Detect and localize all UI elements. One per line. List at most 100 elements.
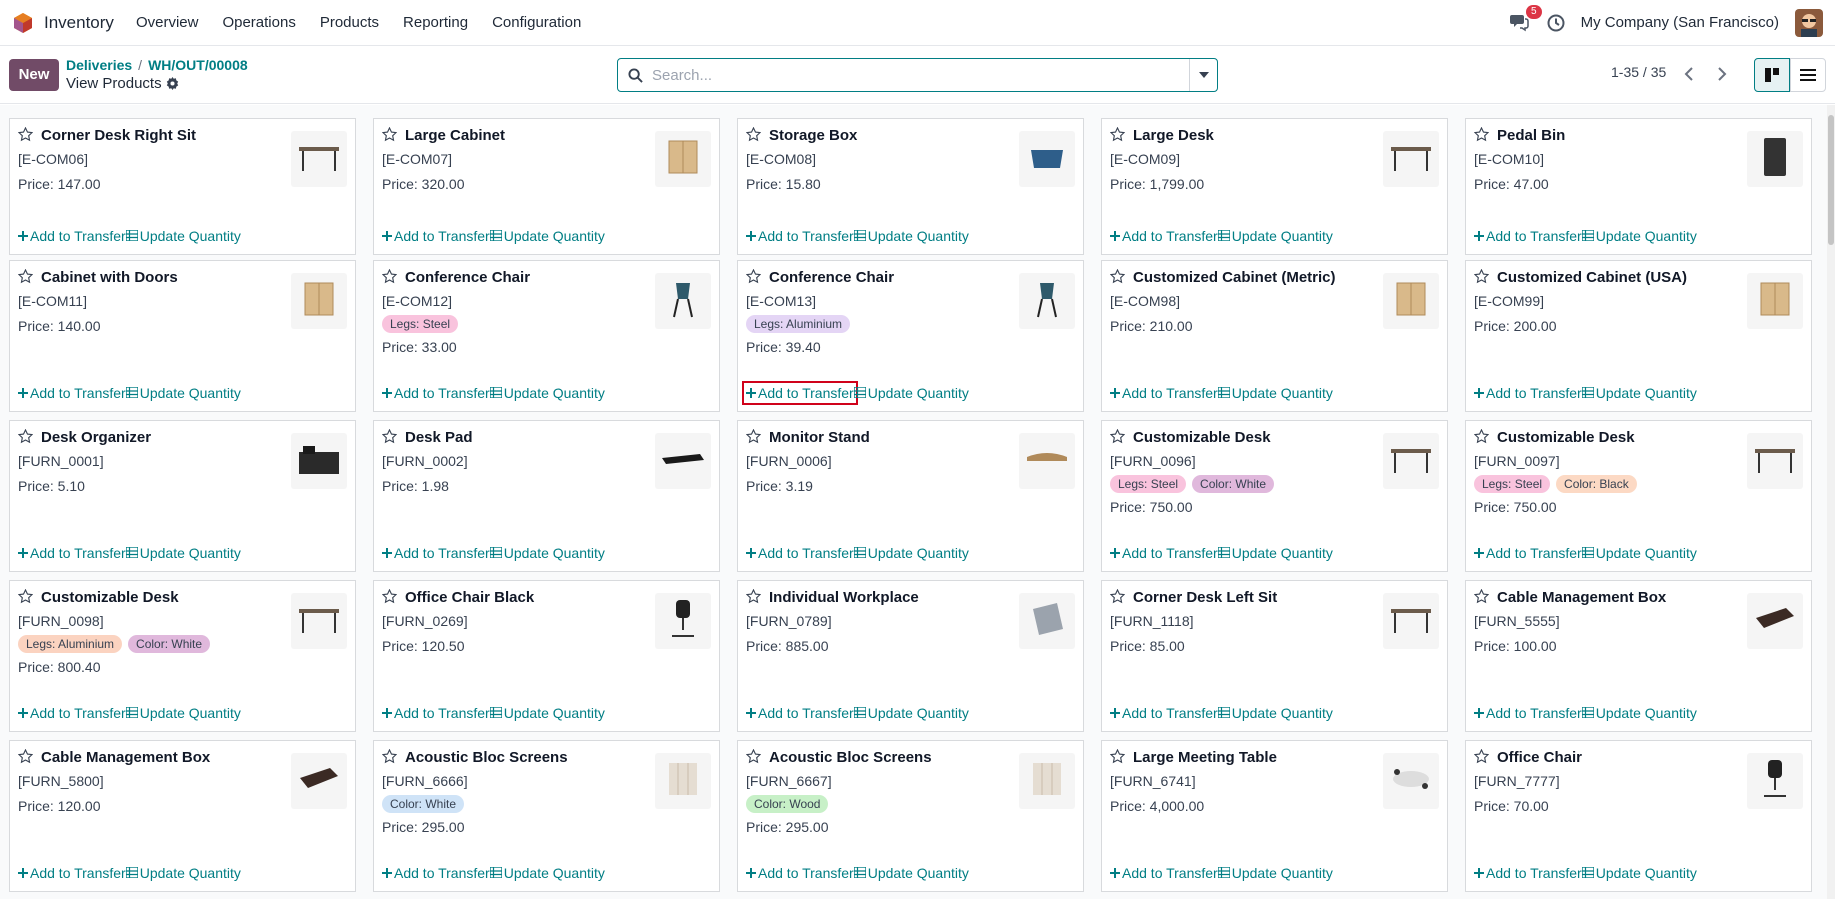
- update-quantity-button[interactable]: Update Quantity: [489, 545, 605, 561]
- update-quantity-button[interactable]: Update Quantity: [1217, 545, 1333, 561]
- update-quantity-button[interactable]: Update Quantity: [489, 705, 605, 721]
- product-card[interactable]: Customizable Desk [FURN_0098] Legs: Alumin…: [9, 580, 356, 732]
- add-to-transfer-button[interactable]: Add to Transfer: [1474, 228, 1582, 244]
- update-quantity-button[interactable]: Update Quantity: [1581, 385, 1697, 401]
- product-card[interactable]: Storage Box [E-COM08] Price: 15.80 Add to T…: [737, 118, 1084, 255]
- add-to-transfer-button[interactable]: Add to Transfer: [18, 705, 126, 721]
- product-card[interactable]: Cabinet with Doors [E-COM11] Price: 140.00…: [9, 260, 356, 412]
- update-quantity-button[interactable]: Update Quantity: [853, 385, 969, 401]
- favorite-star-icon[interactable]: [1109, 428, 1126, 449]
- messages-button[interactable]: 5: [1509, 4, 1542, 34]
- add-to-transfer-button[interactable]: Add to Transfer: [746, 865, 854, 881]
- menu-operations[interactable]: Operations: [222, 14, 295, 31]
- update-quantity-button[interactable]: Update Quantity: [125, 385, 241, 401]
- gear-icon[interactable]: [166, 77, 179, 90]
- product-card[interactable]: Conference Chair [E-COM12] Legs: Steel Pric…: [373, 260, 720, 412]
- favorite-star-icon[interactable]: [745, 126, 762, 147]
- pager-value[interactable]: 1-35 / 35: [1611, 64, 1666, 80]
- add-to-transfer-button[interactable]: Add to Transfer: [18, 865, 126, 881]
- favorite-star-icon[interactable]: [745, 268, 762, 289]
- product-card[interactable]: Office Chair Black [FURN_0269] Price: 120.…: [373, 580, 720, 732]
- product-card[interactable]: Individual Workplace [FURN_0789] Price: 88…: [737, 580, 1084, 732]
- favorite-star-icon[interactable]: [17, 748, 34, 769]
- favorite-star-icon[interactable]: [17, 428, 34, 449]
- product-card[interactable]: Office Chair [FURN_7777] Price: 70.00 Add t…: [1465, 740, 1812, 892]
- update-quantity-button[interactable]: Update Quantity: [1581, 228, 1697, 244]
- update-quantity-button[interactable]: Update Quantity: [853, 228, 969, 244]
- search-input[interactable]: [652, 66, 1189, 84]
- add-to-transfer-button[interactable]: Add to Transfer: [746, 545, 854, 561]
- add-to-transfer-button[interactable]: Add to Transfer: [1474, 865, 1582, 881]
- update-quantity-button[interactable]: Update Quantity: [1217, 385, 1333, 401]
- add-to-transfer-button[interactable]: Add to Transfer: [382, 705, 490, 721]
- menu-reporting[interactable]: Reporting: [403, 14, 468, 31]
- update-quantity-button[interactable]: Update Quantity: [1217, 705, 1333, 721]
- favorite-star-icon[interactable]: [1473, 748, 1490, 769]
- product-card[interactable]: Acoustic Bloc Screens [FURN_6666] Color: W…: [373, 740, 720, 892]
- add-to-transfer-button[interactable]: Add to Transfer: [382, 385, 490, 401]
- breadcrumb-deliveries[interactable]: Deliveries: [66, 57, 132, 73]
- product-card[interactable]: Large Desk [E-COM09] Price: 1,799.00 Add to…: [1101, 118, 1448, 255]
- clock-icon[interactable]: [1547, 14, 1565, 32]
- update-quantity-button[interactable]: Update Quantity: [1217, 228, 1333, 244]
- update-quantity-button[interactable]: Update Quantity: [125, 705, 241, 721]
- add-to-transfer-button[interactable]: Add to Transfer: [746, 705, 854, 721]
- update-quantity-button[interactable]: Update Quantity: [1217, 865, 1333, 881]
- user-avatar[interactable]: [1795, 8, 1823, 37]
- add-to-transfer-button[interactable]: Add to Transfer: [1474, 545, 1582, 561]
- add-to-transfer-button[interactable]: Add to Transfer: [382, 545, 490, 561]
- favorite-star-icon[interactable]: [745, 748, 762, 769]
- product-card[interactable]: Large Meeting Table [FURN_6741] Price: 4,0…: [1101, 740, 1448, 892]
- pager-previous-button[interactable]: [1673, 58, 1705, 90]
- menu-overview[interactable]: Overview: [136, 14, 199, 31]
- menu-configuration[interactable]: Configuration: [492, 14, 581, 31]
- update-quantity-button[interactable]: Update Quantity: [125, 545, 241, 561]
- new-button[interactable]: New: [9, 58, 59, 91]
- product-card[interactable]: Customized Cabinet (Metric) [E-COM98] Pric…: [1101, 260, 1448, 412]
- vertical-scrollbar[interactable]: [1827, 105, 1835, 899]
- update-quantity-button[interactable]: Update Quantity: [125, 865, 241, 881]
- update-quantity-button[interactable]: Update Quantity: [489, 385, 605, 401]
- product-card[interactable]: Acoustic Bloc Screens [FURN_6667] Color: W…: [737, 740, 1084, 892]
- product-card[interactable]: Conference Chair [E-COM13] Legs: Aluminium…: [737, 260, 1084, 412]
- add-to-transfer-button[interactable]: Add to Transfer: [18, 385, 126, 401]
- favorite-star-icon[interactable]: [1473, 268, 1490, 289]
- update-quantity-button[interactable]: Update Quantity: [1581, 865, 1697, 881]
- add-to-transfer-button[interactable]: Add to Transfer: [1110, 545, 1218, 561]
- add-to-transfer-button[interactable]: Add to Transfer: [18, 545, 126, 561]
- add-to-transfer-button[interactable]: Add to Transfer: [742, 381, 858, 405]
- update-quantity-button[interactable]: Update Quantity: [125, 228, 241, 244]
- add-to-transfer-button[interactable]: Add to Transfer: [1474, 705, 1582, 721]
- favorite-star-icon[interactable]: [1109, 126, 1126, 147]
- product-card[interactable]: Cable Management Box [FURN_5555] Price: 10…: [1465, 580, 1812, 732]
- favorite-star-icon[interactable]: [381, 588, 398, 609]
- add-to-transfer-button[interactable]: Add to Transfer: [1110, 705, 1218, 721]
- update-quantity-button[interactable]: Update Quantity: [489, 228, 605, 244]
- favorite-star-icon[interactable]: [17, 126, 34, 147]
- add-to-transfer-button[interactable]: Add to Transfer: [382, 228, 490, 244]
- product-card[interactable]: Cable Management Box [FURN_5800] Price: 12…: [9, 740, 356, 892]
- app-name[interactable]: Inventory: [44, 13, 114, 33]
- product-card[interactable]: Customized Cabinet (USA) [E-COM99] Price: …: [1465, 260, 1812, 412]
- update-quantity-button[interactable]: Update Quantity: [853, 545, 969, 561]
- menu-products[interactable]: Products: [320, 14, 379, 31]
- add-to-transfer-button[interactable]: Add to Transfer: [1110, 865, 1218, 881]
- favorite-star-icon[interactable]: [381, 268, 398, 289]
- favorite-star-icon[interactable]: [381, 428, 398, 449]
- add-to-transfer-button[interactable]: Add to Transfer: [1474, 385, 1582, 401]
- add-to-transfer-button[interactable]: Add to Transfer: [1110, 228, 1218, 244]
- search-options-toggle[interactable]: [1189, 59, 1217, 91]
- favorite-star-icon[interactable]: [17, 268, 34, 289]
- product-card[interactable]: Large Cabinet [E-COM07] Price: 320.00 Add t…: [373, 118, 720, 255]
- product-card[interactable]: Monitor Stand [FURN_0006] Price: 3.19 Add t…: [737, 420, 1084, 572]
- favorite-star-icon[interactable]: [745, 428, 762, 449]
- add-to-transfer-button[interactable]: Add to Transfer: [746, 228, 854, 244]
- favorite-star-icon[interactable]: [1109, 588, 1126, 609]
- kanban-view-button[interactable]: [1754, 58, 1790, 92]
- breadcrumb-record[interactable]: WH/OUT/00008: [148, 57, 248, 73]
- product-card[interactable]: Corner Desk Right Sit [E-COM06] Price: 147…: [9, 118, 356, 255]
- favorite-star-icon[interactable]: [17, 588, 34, 609]
- product-card[interactable]: Pedal Bin [E-COM10] Price: 47.00 Add to Tra…: [1465, 118, 1812, 255]
- product-card[interactable]: Customizable Desk [FURN_0097] Legs: Steel C…: [1465, 420, 1812, 572]
- add-to-transfer-button[interactable]: Add to Transfer: [382, 865, 490, 881]
